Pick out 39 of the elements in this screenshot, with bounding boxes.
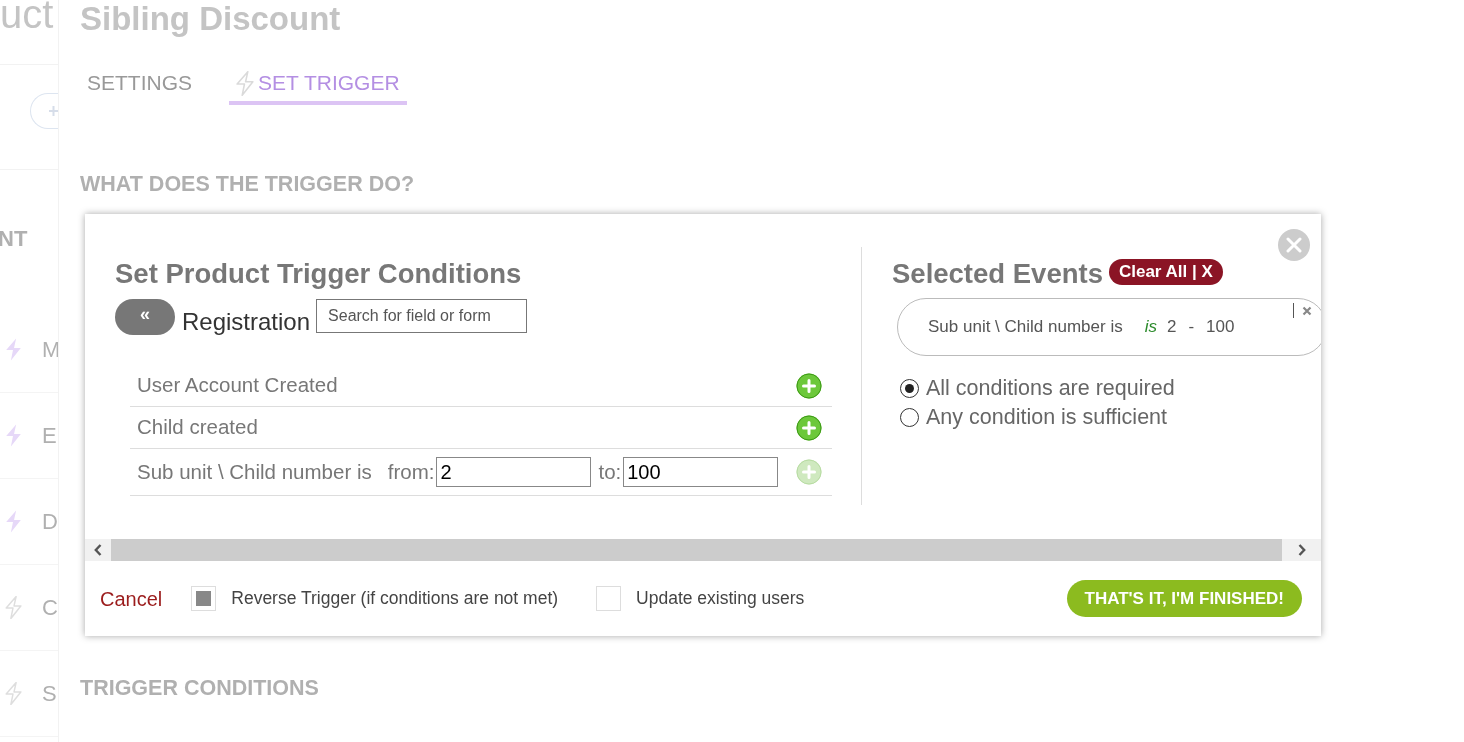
add-icon[interactable] — [796, 372, 822, 399]
checkbox-label: Reverse Trigger (if conditions are not met) — [231, 587, 559, 611]
event-text: Sub unit \ Child number is is 2 - 100 — [928, 316, 1235, 339]
close-icon — [1286, 237, 1302, 253]
radio-button[interactable] — [900, 408, 919, 427]
radio-button[interactable] — [900, 379, 919, 398]
cancel-link[interactable]: Cancel — [100, 583, 163, 614]
radio-label: All conditions are required — [926, 375, 1175, 403]
category-label: Registration — [182, 309, 311, 335]
clear-all-button[interactable]: Clear All | X — [1108, 259, 1223, 285]
finish-button[interactable]: THAT'S IT, I'M FINISHED! — [1066, 580, 1302, 617]
section-heading: TRIGGER CONDITIONS — [80, 676, 320, 700]
chevron-left-icon — [94, 544, 102, 556]
tab[interactable]: SET TRIGGER — [229, 70, 407, 105]
tab[interactable]: SETTINGS — [80, 70, 199, 105]
add-icon[interactable] — [796, 414, 822, 441]
to-label: to: — [598, 458, 622, 485]
dialog-heading: Set Product Trigger Conditions — [115, 257, 523, 291]
condition-label[interactable]: Child created — [137, 412, 258, 443]
from-label: from: — [387, 458, 435, 485]
remove-button[interactable] — [1293, 303, 1312, 318]
radio-label: Any condition is sufficient — [926, 404, 1167, 432]
page-title: Sibling Discount — [80, 0, 342, 38]
close-icon — [1302, 305, 1312, 316]
chevron-right-icon — [1297, 544, 1306, 556]
scroll-left-button[interactable] — [85, 539, 111, 561]
checkbox-label: Update existing users — [636, 587, 805, 611]
heading-text: uct — [0, 0, 54, 34]
condition-label[interactable]: User Account Created — [137, 370, 338, 401]
checkbox[interactable] — [191, 586, 217, 611]
back-button[interactable]: « — [115, 299, 175, 335]
section-heading: NT — [0, 225, 28, 253]
section-heading: WHAT DOES THE TRIGGER DO? — [80, 172, 416, 196]
scroll-right-button[interactable] — [1282, 539, 1321, 561]
scrollbar-thumb[interactable] — [111, 539, 1282, 561]
search-field[interactable]: Search for field or form — [316, 299, 528, 333]
checkbox[interactable] — [596, 586, 622, 611]
plus-icon — [48, 105, 58, 117]
dialog-heading: Selected Events — [892, 257, 1103, 291]
